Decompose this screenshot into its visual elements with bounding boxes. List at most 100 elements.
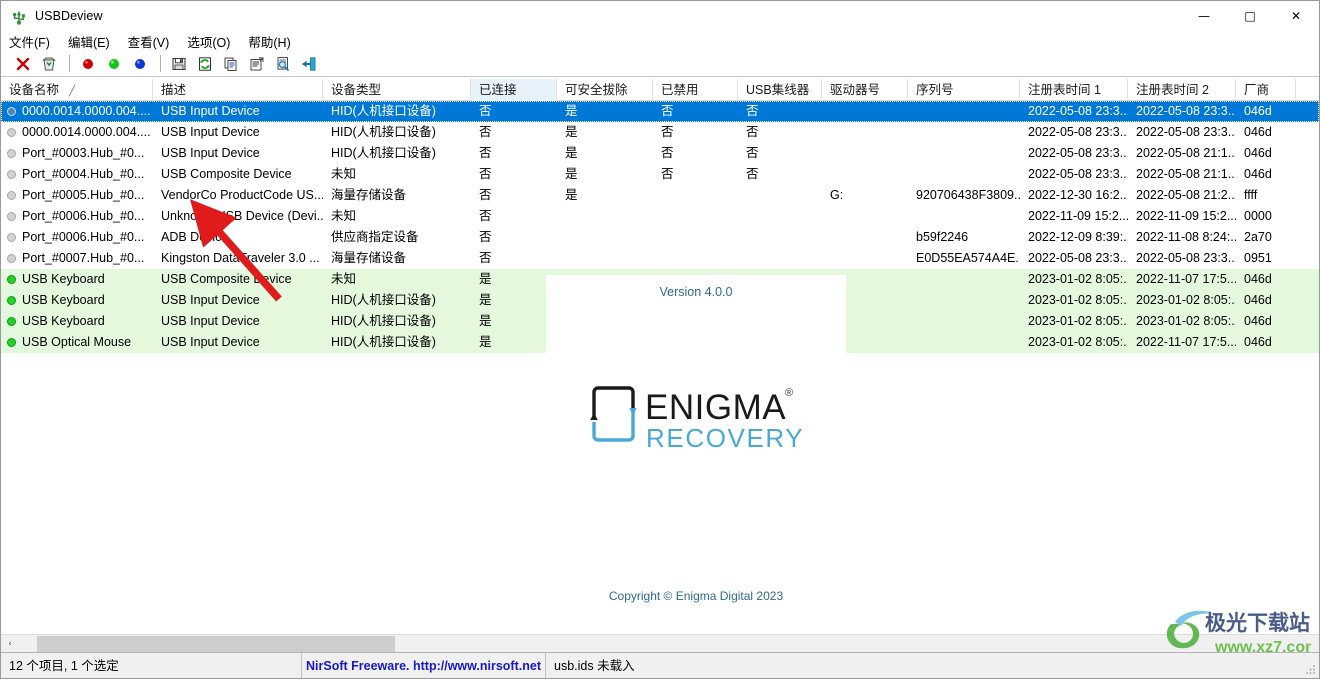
col-disabled[interactable]: 已禁用 [653, 79, 738, 101]
col-description[interactable]: 描述 [153, 79, 323, 101]
table-row[interactable]: Port_#0004.Hub_#0...USB Composite Device… [1, 164, 1319, 185]
table-cell [822, 164, 908, 185]
menu-view[interactable]: 查看(V) [128, 30, 179, 53]
horizontal-scrollbar[interactable]: ‹ [1, 634, 1319, 652]
uninstall-device-button[interactable] [11, 53, 35, 75]
col-device-name[interactable]: 设备名称╱ [1, 79, 153, 101]
exit-button[interactable] [297, 53, 321, 75]
disconnected-device-icon [7, 254, 16, 263]
device-name-text: 0000.0014.0000.004.... [22, 101, 151, 122]
table-cell: b59f2246 [908, 227, 1020, 248]
menu-file[interactable]: 文件(F) [9, 30, 59, 53]
disable-enable-device-button[interactable] [128, 53, 152, 75]
toolbar-separator [69, 55, 70, 72]
table-cell: 未知 [323, 269, 471, 290]
device-name-text: USB Keyboard [22, 311, 105, 332]
table-row[interactable]: Port_#0003.Hub_#0...USB Input DeviceHID(… [1, 143, 1319, 164]
col-registry-time-2[interactable]: 注册表时间 2 [1128, 79, 1236, 101]
resize-grip-icon[interactable] [1304, 663, 1316, 675]
table-cell: 2023-01-02 8:05:... [1020, 311, 1128, 332]
table-cell: 供应商指定设备 [323, 227, 471, 248]
table-cell: 是 [557, 143, 653, 164]
col-serial-number[interactable]: 序列号 [908, 79, 1020, 101]
table-row[interactable]: Port_#0007.Hub_#0...Kingston DataTravele… [1, 248, 1319, 269]
table-cell: 否 [738, 164, 822, 185]
copy-button[interactable] [219, 53, 243, 75]
column-header-label: 驱动器号 [830, 83, 880, 97]
table-cell [557, 206, 653, 227]
menu-help[interactable]: 帮助(H) [248, 30, 299, 53]
table-cell: USB Input Device [153, 332, 323, 353]
status-usb-ids: usb.ids 未载入 [545, 653, 1319, 679]
table-header: 设备名称╱描述设备类型已连接可安全拔除已禁用USB集线器驱动器号序列号注册表时间… [1, 79, 1319, 101]
col-registry-time-1[interactable]: 注册表时间 1 [1020, 79, 1128, 101]
device-name-text: 0000.0014.0000.004.... [22, 122, 151, 143]
table-cell: USB Composite Device [153, 164, 323, 185]
col-device-type[interactable]: 设备类型 [323, 79, 471, 101]
properties-button[interactable] [245, 53, 269, 75]
table-row[interactable]: Port_#0006.Hub_#0...Unknown USB Device (… [1, 206, 1319, 227]
table-cell: 否 [471, 248, 557, 269]
connected-device-icon [7, 296, 16, 305]
table-cell: 是 [557, 185, 653, 206]
close-button[interactable]: ✕ [1273, 1, 1319, 31]
save-selected-items-button[interactable] [167, 53, 191, 75]
disable-device-button[interactable] [76, 53, 100, 75]
menu-bar: 文件(F) 编辑(E) 查看(V) 选项(O) 帮助(H) [1, 31, 1319, 51]
table-cell: 是 [471, 332, 557, 353]
nirsoft-link-text[interactable]: NirSoft Freeware. http://www.nirsoft.net [306, 659, 541, 673]
status-item-count: 12 个项目, 1 个选定 [1, 653, 301, 679]
table-cell: 2a70 [1236, 227, 1296, 248]
menu-options[interactable]: 选项(O) [187, 30, 239, 53]
table-cell: 2022-11-09 15:2... [1128, 206, 1236, 227]
table-row[interactable]: 0000.0014.0000.004....USB Input DeviceHI… [1, 101, 1319, 122]
col-vendor-id[interactable]: 厂商 [1236, 79, 1296, 101]
table-cell [738, 227, 822, 248]
refresh-page-icon [197, 56, 213, 72]
column-header-label: 注册表时间 2 [1136, 83, 1209, 97]
scrollbar-track[interactable] [19, 635, 1301, 653]
table-row[interactable]: Port_#0006.Hub_#0...ADB Device供应商指定设备否b5… [1, 227, 1319, 248]
col-usb-hub[interactable]: USB集线器 [738, 79, 822, 101]
col-connected[interactable]: 已连接 [471, 79, 557, 101]
toolbar-separator [160, 55, 161, 72]
table-cell [908, 101, 1020, 122]
table-cell: 是 [557, 122, 653, 143]
scrollbar-thumb[interactable] [37, 636, 395, 652]
scroll-left-button[interactable]: ‹ [1, 635, 19, 653]
table-cell: 2023-01-02 8:05:... [1128, 290, 1236, 311]
table-cell: Unknown USB Device (Devi... [153, 206, 323, 227]
svg-text:ENIGMA: ENIGMA [645, 388, 786, 427]
table-cell: 2022-05-08 21:2... [1128, 185, 1236, 206]
table-cell: 2023-01-02 8:05:... [1020, 269, 1128, 290]
table-cell [557, 248, 653, 269]
table-cell [908, 290, 1020, 311]
minimize-button[interactable]: — [1181, 1, 1227, 31]
cell-device-name: USB Keyboard [1, 311, 153, 332]
maximize-button[interactable]: □ [1227, 1, 1273, 31]
col-drive-letter[interactable]: 驱动器号 [822, 79, 908, 101]
cell-device-name: USB Keyboard [1, 269, 153, 290]
column-header-label: USB集线器 [746, 83, 809, 97]
table-cell: 046d [1236, 143, 1296, 164]
disconnect-device-button[interactable] [37, 53, 61, 75]
connected-device-icon [7, 275, 16, 284]
html-report-button[interactable] [271, 53, 295, 75]
cell-device-name: 0000.0014.0000.004.... [1, 101, 153, 122]
table-cell: HID(人机接口设备) [323, 143, 471, 164]
table-cell [653, 206, 738, 227]
table-cell: 0000 [1236, 206, 1296, 227]
col-safe-unplug[interactable]: 可安全拔除 [557, 79, 653, 101]
table-cell [653, 227, 738, 248]
table-cell: 海量存储设备 [323, 185, 471, 206]
status-nirsoft-link[interactable]: NirSoft Freeware. http://www.nirsoft.net [301, 653, 545, 679]
table-cell: 是 [557, 101, 653, 122]
table-row[interactable]: 0000.0014.0000.004....USB Input DeviceHI… [1, 122, 1319, 143]
menu-edit[interactable]: 编辑(E) [68, 30, 119, 53]
enable-device-button[interactable] [102, 53, 126, 75]
table-cell [908, 311, 1020, 332]
device-list[interactable]: 设备名称╱描述设备类型已连接可安全拔除已禁用USB集线器驱动器号序列号注册表时间… [1, 79, 1319, 630]
refresh-button[interactable] [193, 53, 217, 75]
table-row[interactable]: Port_#0005.Hub_#0...VendorCo ProductCode… [1, 185, 1319, 206]
table-cell: 2023-01-02 8:05:... [1128, 311, 1236, 332]
